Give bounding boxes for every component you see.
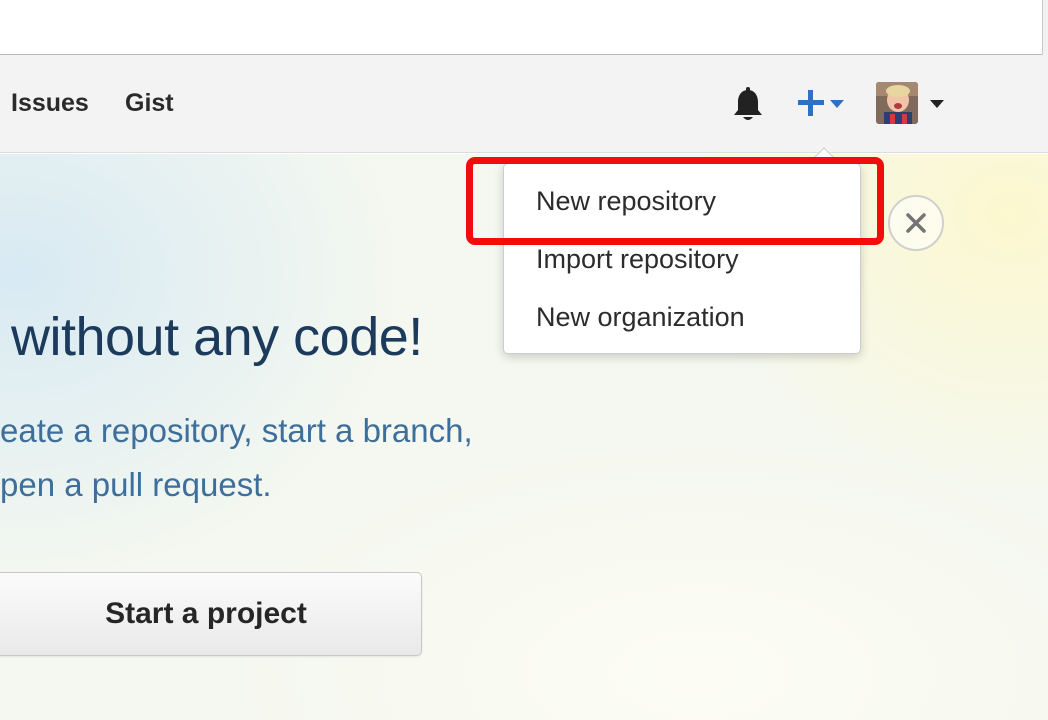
bell-icon[interactable] (731, 87, 765, 123)
menu-item-new-organization[interactable]: New organization (536, 302, 745, 333)
hero-title: without any code! (11, 307, 423, 367)
browser-scrollbar-edge (1042, 0, 1048, 55)
start-project-button[interactable]: Start a project (0, 572, 422, 656)
plus-icon (798, 90, 824, 116)
hero-subtitle-line-2: pen a pull request. (0, 466, 272, 503)
create-new-dropdown-button[interactable] (796, 88, 848, 120)
chevron-down-icon (930, 100, 944, 108)
menu-item-new-repository[interactable]: New repository (536, 186, 716, 217)
site-header: Issues Gist (0, 55, 1048, 153)
chevron-down-icon (830, 100, 844, 108)
menu-item-import-repository[interactable]: Import repository (536, 244, 739, 275)
nav-link-issues[interactable]: Issues (11, 89, 89, 118)
dismiss-banner-button[interactable] (888, 195, 944, 251)
close-icon (906, 213, 926, 233)
nav-link-gist[interactable]: Gist (125, 89, 174, 118)
create-new-menu: New repository Import repository New org… (503, 163, 861, 354)
avatar (876, 82, 918, 124)
browser-chrome (0, 0, 1048, 55)
hero-subtitle-line-1: eate a repository, start a branch, (0, 412, 473, 449)
user-menu-button[interactable] (876, 82, 948, 126)
